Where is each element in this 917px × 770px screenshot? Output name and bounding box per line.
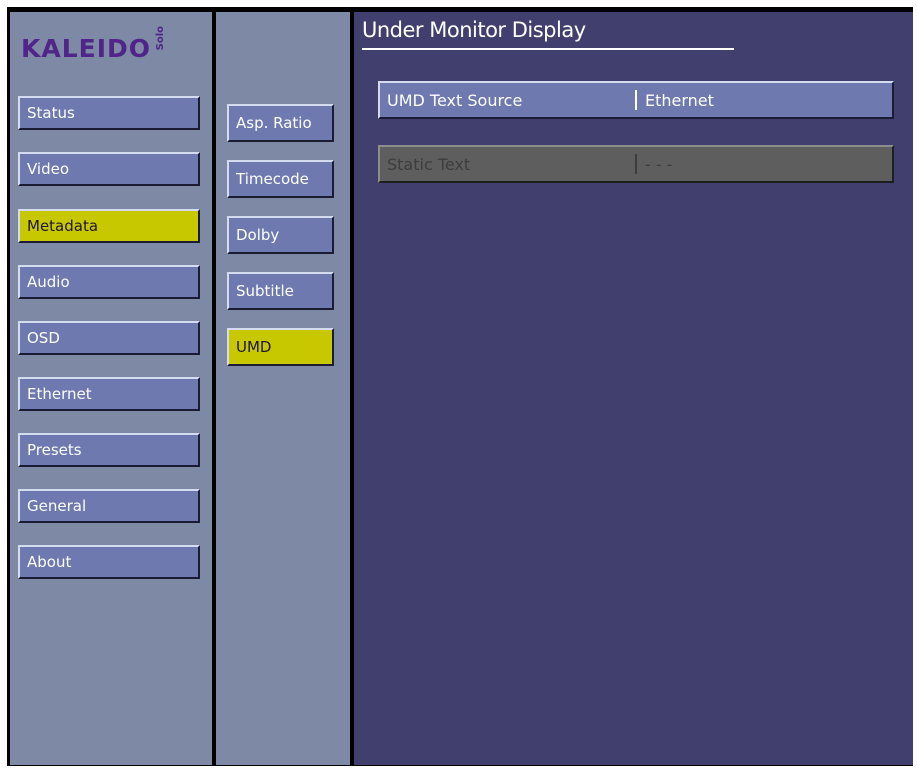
logo-subtext: Solo [155,26,167,51]
nav-label: Ethernet [27,384,92,403]
nav-general-button[interactable]: General [18,489,200,523]
kaleido-logo: KALEIDO Solo [21,26,166,68]
tab-subtitle[interactable]: Subtitle [227,272,334,310]
nav-presets-button[interactable]: Presets [18,433,200,467]
nav-label: Metadata [27,216,99,235]
tab-timecode[interactable]: Timecode [227,160,334,198]
nav-label: OSD [27,328,60,347]
tab-label: Asp. Ratio [236,113,312,132]
tab-label: Dolby [236,225,280,244]
nav-metadata-button[interactable]: Metadata [18,209,200,243]
tab-dolby[interactable]: Dolby [227,216,334,254]
nav-label: Presets [27,440,82,459]
nav-osd-button[interactable]: OSD [18,321,200,355]
nav-status-button[interactable]: Status [18,96,200,130]
nav-ethernet-button[interactable]: Ethernet [18,377,200,411]
static-text-row: Static Text - - - [378,145,894,183]
tab-umd[interactable]: UMD [227,328,334,366]
nav-label: About [27,552,72,571]
nav-audio-button[interactable]: Audio [18,265,200,299]
setting-value: Ethernet [645,90,714,110]
umd-text-source-row[interactable]: UMD Text Source Ethernet [378,81,894,119]
nav-about-button[interactable]: About [18,545,200,579]
setting-label: UMD Text Source [387,90,523,110]
nav-label: Audio [27,272,70,291]
page-title: Under Monitor Display [362,18,586,42]
nav-video-button[interactable]: Video [18,152,200,186]
content-panel [354,12,913,765]
tab-label: UMD [236,337,272,356]
nav-label: Video [27,159,70,178]
nav-label: Status [27,103,75,122]
setting-value: - - - [645,154,673,174]
title-underline [362,48,734,50]
value-separator [635,154,637,174]
setting-label: Static Text [387,154,471,174]
value-separator [635,90,637,110]
tab-asp-ratio[interactable]: Asp. Ratio [227,104,334,142]
tab-label: Subtitle [236,281,294,300]
logo-text: KALEIDO [21,34,152,63]
nav-label: General [27,496,87,515]
tab-label: Timecode [236,169,309,188]
